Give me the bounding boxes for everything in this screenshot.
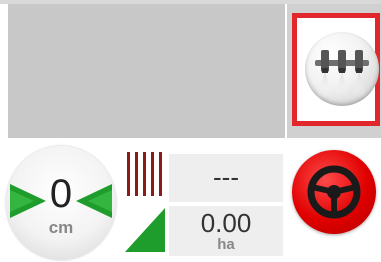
swath-area-panel: --- 0.00 ha: [123, 150, 283, 256]
map-view[interactable]: [8, 4, 285, 138]
boom-sections-button[interactable]: [292, 13, 380, 126]
boom-sections-icon: [315, 50, 369, 98]
auto-steer-button[interactable]: [292, 150, 376, 234]
steering-wheel-icon: [307, 165, 361, 219]
cross-track-indicator[interactable]: 0 cm: [6, 146, 116, 260]
area-unit: ha: [217, 236, 235, 253]
vertical-divider: [285, 4, 287, 138]
cross-track-unit: cm: [48, 218, 74, 237]
swath-lines-icon: [127, 152, 162, 196]
horizontal-divider: [0, 138, 381, 144]
area-value: 0.00: [200, 208, 252, 238]
cross-track-value: 0: [49, 172, 73, 216]
area-wedge-icon: [125, 208, 165, 252]
swath-value: ---: [213, 162, 239, 192]
